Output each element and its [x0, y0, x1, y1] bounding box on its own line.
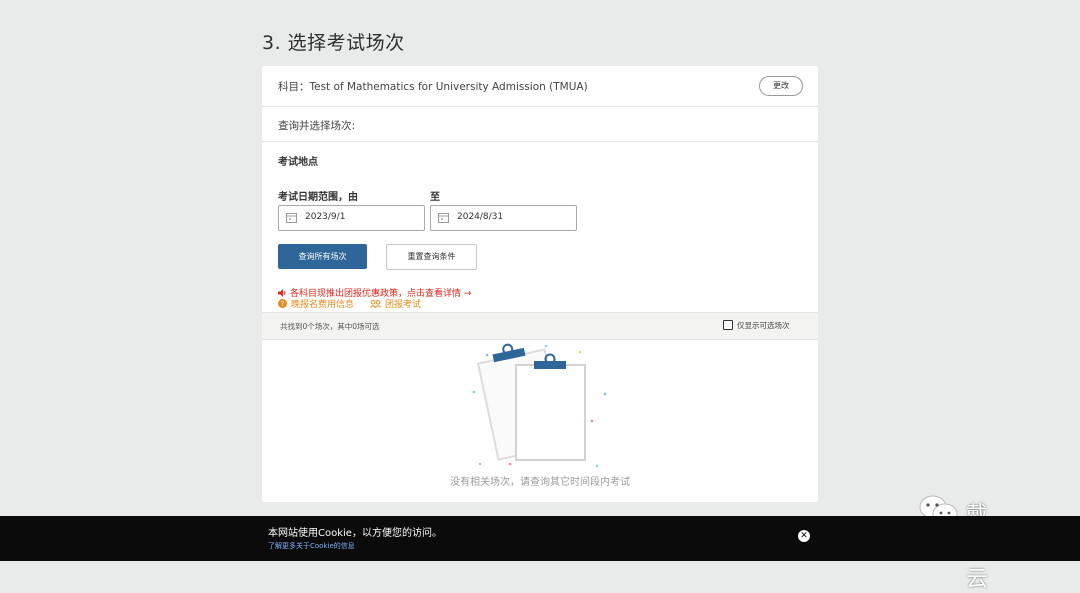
reset-filters-button[interactable]: 重置查询条件 [386, 244, 477, 270]
close-icon[interactable]: ✕ [798, 530, 810, 542]
question-circle-icon: ? [278, 299, 287, 308]
result-bar: 共找到0个场次，其中0场可选 仅显示可选场次 [262, 312, 818, 340]
late-fee-text: 晚报名费用信息 [291, 300, 355, 310]
start-date-field[interactable]: 2023/9/1 [278, 205, 425, 231]
end-date-field[interactable]: 2024/8/31 [430, 205, 577, 231]
exam-session-card: 科目：Test of Mathematics for University Ad… [262, 66, 818, 502]
to-label: 至 [430, 192, 440, 203]
date-range-label: 考试日期范围，由 [278, 192, 358, 203]
group-registration-link[interactable]: 团报考试 [370, 297, 421, 310]
query-label: 查询并选择场次: [278, 120, 356, 132]
calendar-icon [286, 213, 297, 223]
end-date-value: 2024/8/31 [457, 212, 504, 222]
svg-text:?: ? [281, 300, 285, 308]
result-summary: 共找到0个场次，其中0场可选 [280, 322, 380, 331]
clipboard-illustration [472, 343, 607, 468]
subject-label: 科目：Test of Mathematics for University Ad… [278, 81, 588, 93]
page-title: 3. 选择考试场次 [262, 32, 405, 54]
query-row: 查询并选择场次: [262, 107, 818, 142]
empty-state-message: 没有相关场次，请查询其它时间段内考试 [450, 477, 630, 488]
group-registration-text: 团报考试 [385, 300, 422, 310]
start-date-value: 2023/9/1 [305, 212, 346, 222]
available-only-checkbox[interactable] [723, 320, 733, 330]
cookie-bar: 本网站使用Cookie，以方便您的访问。 了解更多关于Cookie的信息 ✕ [0, 516, 1080, 561]
search-sessions-button[interactable]: 查询所有场次 [278, 244, 367, 269]
subject-row: 科目：Test of Mathematics for University Ad… [262, 66, 818, 107]
cookie-message: 本网站使用Cookie，以方便您的访问。 [268, 528, 442, 539]
change-subject-button[interactable]: 更改 [759, 76, 803, 96]
cookie-more-link[interactable]: 了解更多关于Cookie的信息 [268, 541, 355, 551]
speaker-icon [278, 289, 286, 297]
late-fee-link[interactable]: ? 晚报名费用信息 [278, 297, 354, 310]
available-only-label[interactable]: 仅显示可选场次 [737, 320, 790, 331]
calendar-icon [438, 213, 449, 223]
group-icon [370, 300, 381, 309]
location-label: 考试地点 [278, 157, 318, 168]
